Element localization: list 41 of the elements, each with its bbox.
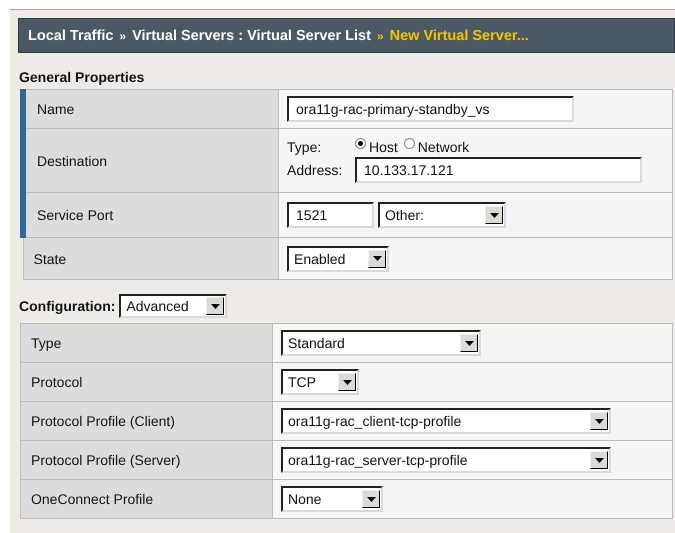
field-label: Name [23, 90, 278, 128]
radio-option[interactable]: Network [404, 138, 470, 154]
caret-icon [490, 212, 498, 218]
radio-button[interactable] [355, 138, 366, 149]
field-label: OneConnect Profile [20, 480, 272, 518]
select-dropdown[interactable]: TCP [281, 369, 359, 395]
field-label: Service Port [23, 192, 278, 238]
caret-icon [464, 340, 474, 346]
caret-icon [594, 458, 604, 462]
field-label: Protocol Profile (Client) [20, 402, 272, 440]
radio-button[interactable] [404, 138, 415, 149]
address-label: Address: [287, 162, 344, 178]
port-input[interactable]: 1521 [287, 202, 374, 228]
field-label: State [23, 238, 278, 280]
select-dropdown[interactable]: None [281, 486, 383, 512]
caret-icon [210, 304, 220, 308]
name-input[interactable]: ora11g-rac-primary-standby_vs [287, 96, 574, 122]
state-dropdown[interactable]: Enabled [287, 246, 389, 272]
service-dropdown[interactable]: Other: [378, 202, 506, 228]
section-heading: Configuration: [19, 298, 116, 314]
breadcrumb-link[interactable]: Virtual Servers : Virtual Server List [132, 28, 371, 44]
radio-option[interactable]: Host [355, 138, 398, 154]
type-label: Type: [287, 138, 322, 154]
breadcrumb-separator: » [119, 28, 126, 42]
address-input[interactable]: 10.133.17.121 [355, 156, 642, 182]
caret-icon [594, 418, 604, 424]
select-dropdown[interactable]: ora11g-rac_server-tcp-profile [281, 447, 611, 473]
caret-icon [372, 256, 382, 261]
breadcrumb-link[interactable]: Local Traffic [28, 28, 114, 44]
field-label: Destination [23, 128, 278, 192]
caret-icon [342, 380, 352, 384]
field-label: Protocol Profile (Server) [20, 440, 272, 480]
caret-icon [366, 496, 376, 502]
section-heading: General Properties [19, 69, 146, 85]
breadcrumb-separator: » [376, 28, 384, 42]
current-page-title: New Virtual Server... [390, 28, 529, 44]
select-dropdown[interactable]: Standard [281, 330, 481, 356]
field-label: Protocol [20, 362, 272, 402]
field-label: Type [20, 324, 272, 362]
configuration-dropdown[interactable]: Advanced [119, 294, 228, 318]
select-dropdown[interactable]: ora11g-rac_client-tcp-profile [281, 408, 611, 434]
